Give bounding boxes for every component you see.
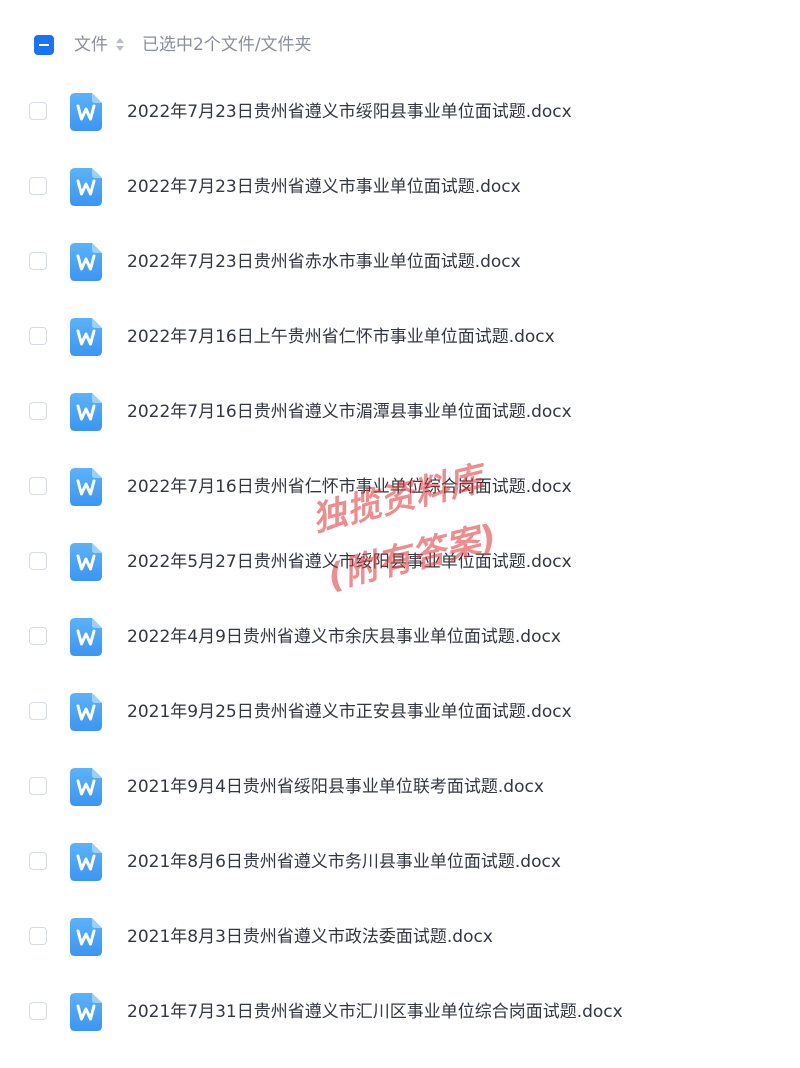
file-name[interactable]: 2021年9月25日贵州省遵义市正安县事业单位面试题.docx: [127, 701, 572, 723]
word-docx-icon: [70, 318, 102, 356]
file-row[interactable]: 2021年8月6日贵州省遵义市务川县事业单位面试题.docx: [0, 825, 800, 900]
file-name[interactable]: 2021年8月6日贵州省遵义市务川县事业单位面试题.docx: [127, 851, 561, 873]
select-all-checkbox[interactable]: [34, 35, 54, 55]
file-checkbox[interactable]: [29, 327, 47, 345]
file-name[interactable]: 2022年4月9日贵州省遵义市余庆县事业单位面试题.docx: [127, 626, 561, 648]
file-row[interactable]: 2021年9月25日贵州省遵义市正安县事业单位面试题.docx: [0, 675, 800, 750]
file-name[interactable]: 2022年7月23日贵州省遵义市事业单位面试题.docx: [127, 176, 521, 198]
file-checkbox[interactable]: [29, 702, 47, 720]
file-name[interactable]: 2021年7月31日贵州省遵义市汇川区事业单位综合岗面试题.docx: [127, 1001, 623, 1023]
word-docx-icon: [70, 393, 102, 431]
file-checkbox[interactable]: [29, 852, 47, 870]
word-docx-icon: [70, 993, 102, 1031]
file-list: 2022年7月23日贵州省遵义市绥阳县事业单位面试题.docx 2022年7月23…: [0, 75, 800, 1050]
word-docx-icon: [70, 168, 102, 206]
file-row[interactable]: 2022年7月16日上午贵州省仁怀市事业单位面试题.docx: [0, 300, 800, 375]
file-checkbox[interactable]: [29, 777, 47, 795]
selection-status: 已选中2个文件/文件夹: [142, 35, 312, 55]
file-row[interactable]: 2022年5月27日贵州省遵义市绥阳县事业单位面试题.docx: [0, 525, 800, 600]
file-row[interactable]: 2022年7月23日贵州省赤水市事业单位面试题.docx: [0, 225, 800, 300]
file-checkbox[interactable]: [29, 177, 47, 195]
file-name[interactable]: 2022年7月16日上午贵州省仁怀市事业单位面试题.docx: [127, 326, 555, 348]
sort-icon[interactable]: [116, 38, 124, 52]
file-checkbox[interactable]: [29, 627, 47, 645]
file-name[interactable]: 2022年7月23日贵州省遵义市绥阳县事业单位面试题.docx: [127, 101, 572, 123]
word-docx-icon: [70, 918, 102, 956]
file-name[interactable]: 2021年8月3日贵州省遵义市政法委面试题.docx: [127, 926, 493, 948]
file-row[interactable]: 2022年7月23日贵州省遵义市事业单位面试题.docx: [0, 150, 800, 225]
file-checkbox[interactable]: [29, 927, 47, 945]
file-row[interactable]: 2021年7月31日贵州省遵义市汇川区事业单位综合岗面试题.docx: [0, 975, 800, 1050]
word-docx-icon: [70, 618, 102, 656]
word-docx-icon: [70, 243, 102, 281]
file-row[interactable]: 2021年9月4日贵州省绥阳县事业单位联考面试题.docx: [0, 750, 800, 825]
file-checkbox[interactable]: [29, 102, 47, 120]
file-checkbox[interactable]: [29, 1002, 47, 1020]
word-docx-icon: [70, 693, 102, 731]
file-checkbox[interactable]: [29, 552, 47, 570]
word-docx-icon: [70, 843, 102, 881]
file-row[interactable]: 2022年4月9日贵州省遵义市余庆县事业单位面试题.docx: [0, 600, 800, 675]
word-docx-icon: [70, 768, 102, 806]
file-checkbox[interactable]: [29, 477, 47, 495]
file-checkbox[interactable]: [29, 252, 47, 270]
word-docx-icon: [70, 93, 102, 131]
file-name[interactable]: 2021年9月4日贵州省绥阳县事业单位联考面试题.docx: [127, 776, 544, 798]
sort-by-name-button[interactable]: 文件: [74, 34, 108, 56]
file-name[interactable]: 2022年7月16日贵州省遵义市湄潭县事业单位面试题.docx: [127, 401, 572, 423]
file-row[interactable]: 2022年7月16日贵州省遵义市湄潭县事业单位面试题.docx: [0, 375, 800, 450]
file-row[interactable]: 2022年7月16日贵州省仁怀市事业单位综合岗面试题.docx: [0, 450, 800, 525]
file-name[interactable]: 2022年5月27日贵州省遵义市绥阳县事业单位面试题.docx: [127, 551, 572, 573]
file-row[interactable]: 2021年8月3日贵州省遵义市政法委面试题.docx: [0, 900, 800, 975]
file-name[interactable]: 2022年7月23日贵州省赤水市事业单位面试题.docx: [127, 251, 521, 273]
word-docx-icon: [70, 543, 102, 581]
word-docx-icon: [70, 468, 102, 506]
file-row[interactable]: 2022年7月23日贵州省遵义市绥阳县事业单位面试题.docx: [0, 75, 800, 150]
file-checkbox[interactable]: [29, 402, 47, 420]
file-name[interactable]: 2022年7月16日贵州省仁怀市事业单位综合岗面试题.docx: [127, 476, 572, 498]
